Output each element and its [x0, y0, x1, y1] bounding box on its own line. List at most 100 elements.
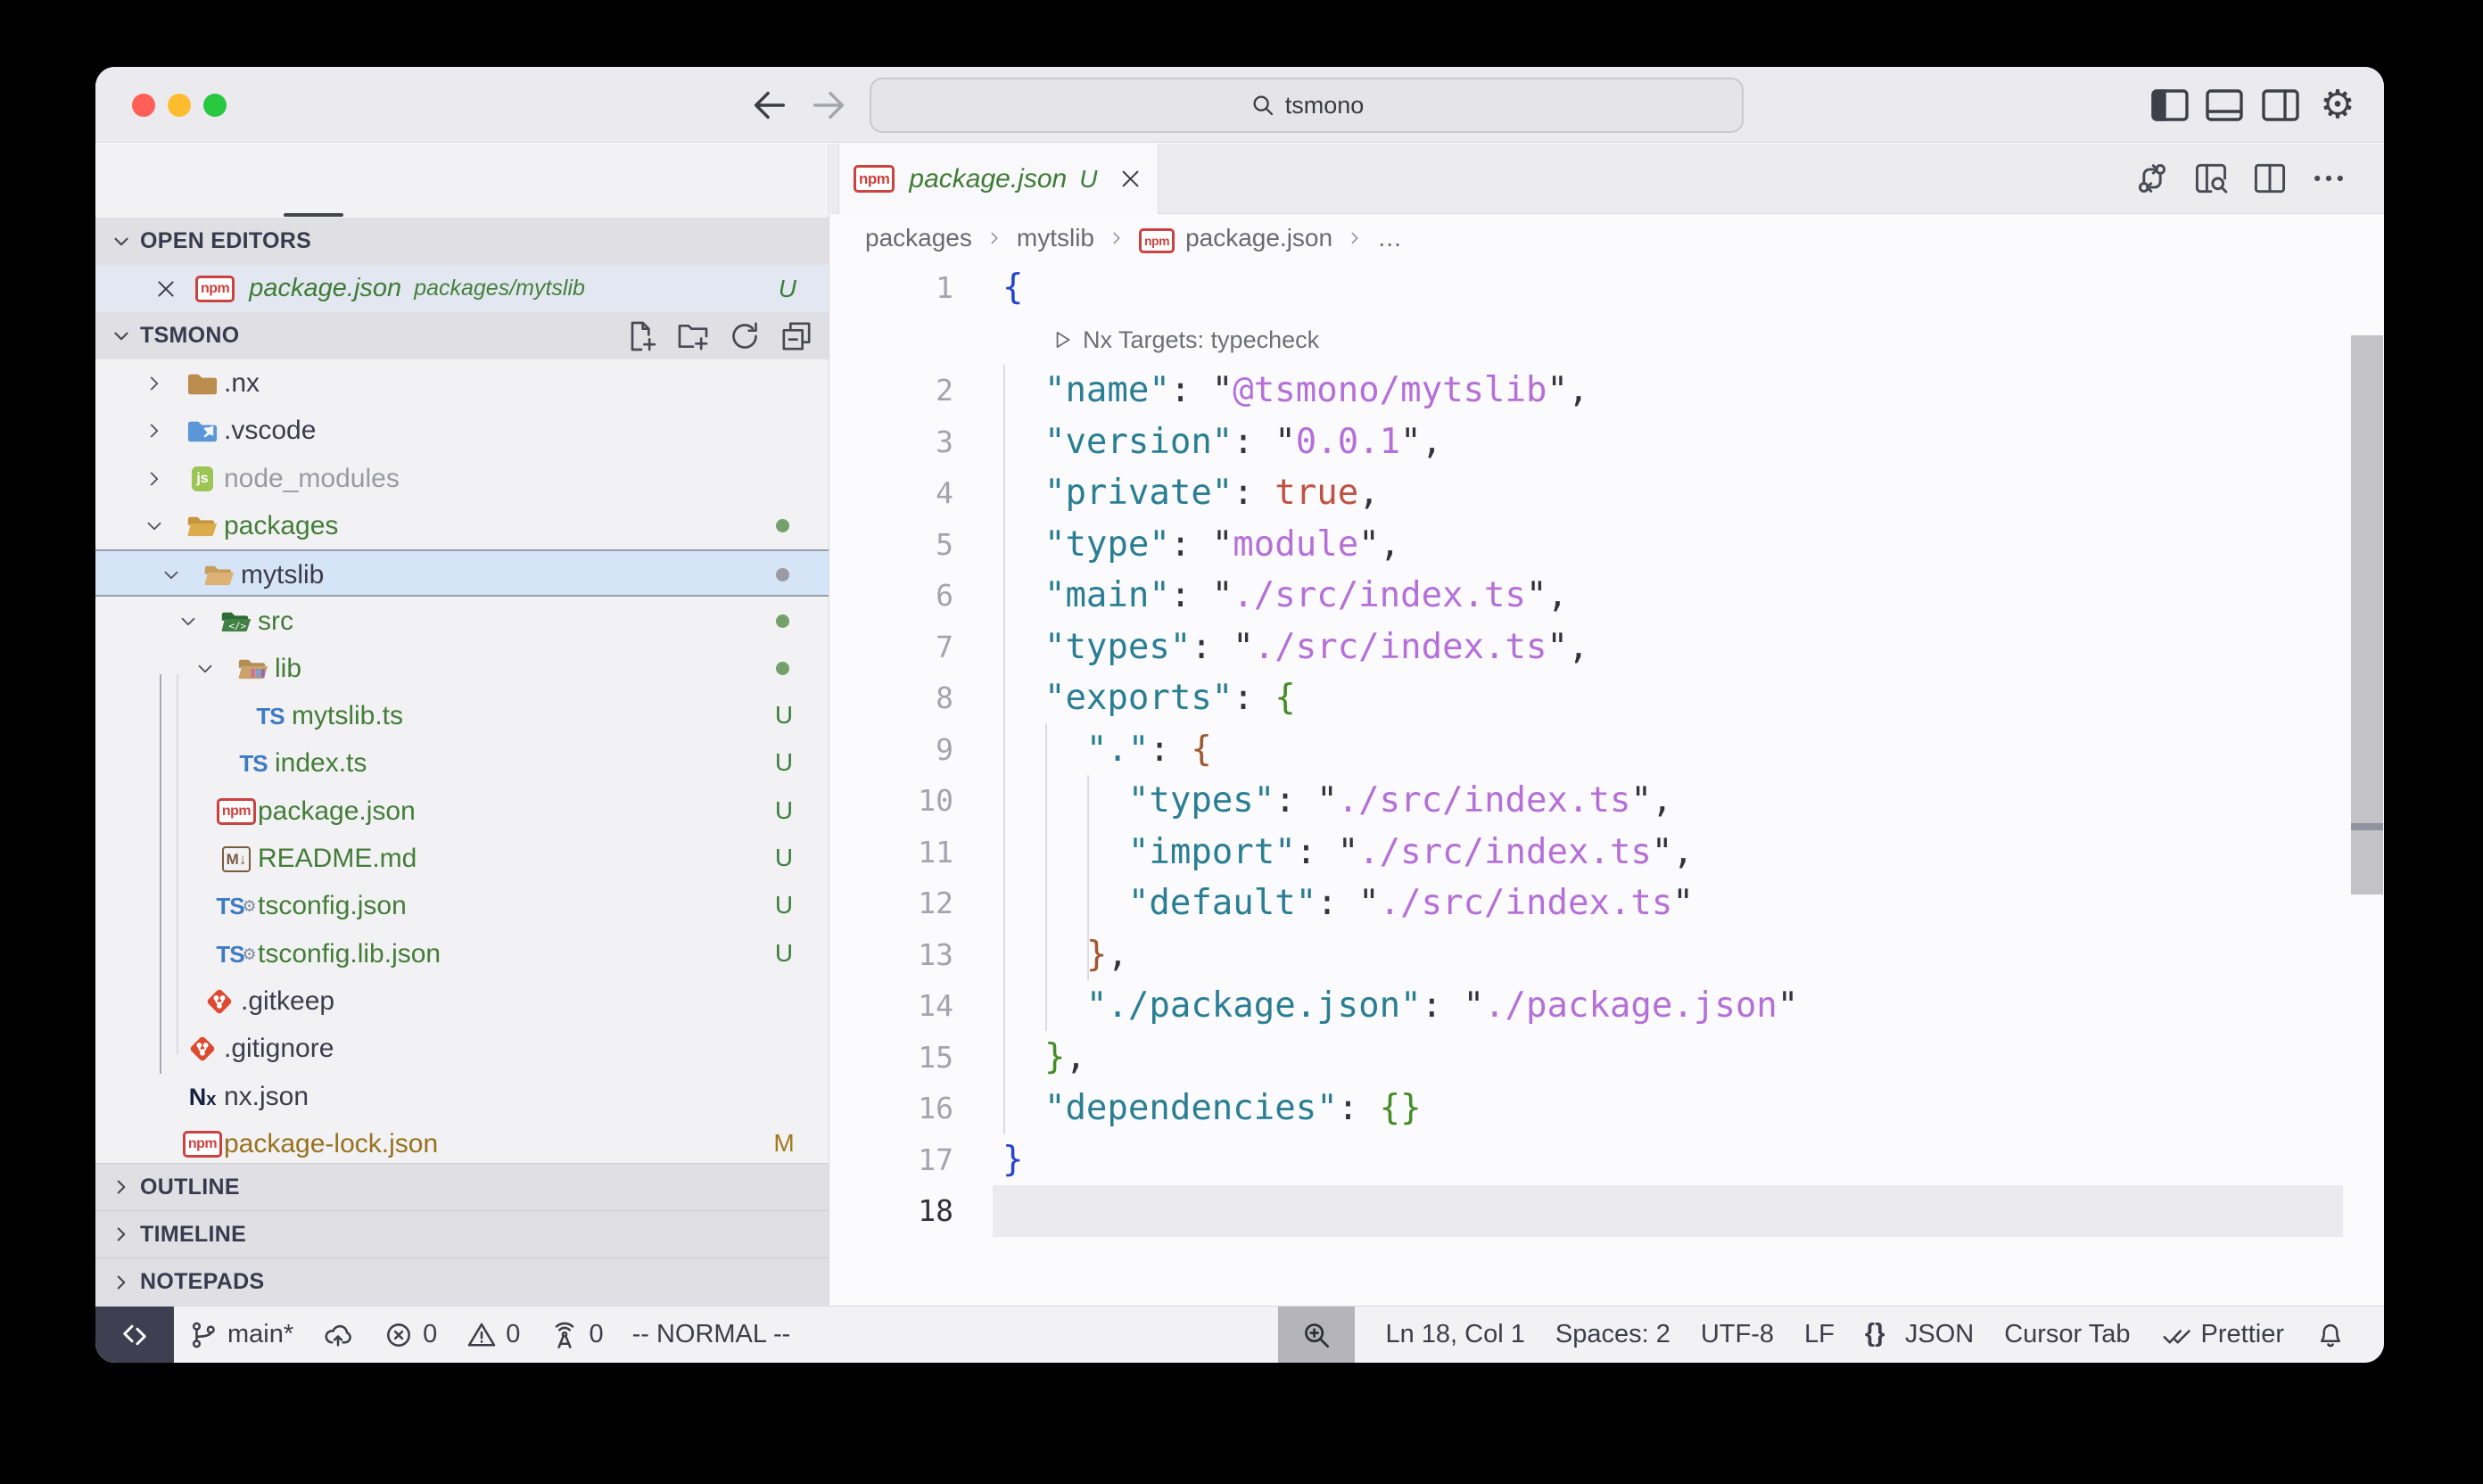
chevron-right-icon — [110, 1175, 133, 1199]
breadcrumb-item[interactable]: packages — [865, 224, 972, 252]
status-item-main-[interactable]: main* — [187, 1319, 293, 1351]
minimize-window-button[interactable] — [168, 94, 191, 117]
line-number: 18 — [830, 1185, 953, 1236]
tree-item-package-lock-json[interactable]: npmpackage-lock.jsonM — [95, 1120, 829, 1167]
tree-item-label: .nx — [224, 368, 260, 399]
chevron-down-icon — [110, 230, 133, 253]
forward-arrow-icon[interactable] — [808, 85, 849, 126]
command-center-search[interactable]: tsmono — [870, 78, 1744, 133]
nx-icon: Nx — [186, 1081, 219, 1113]
status-item-json[interactable]: {}JSON — [1865, 1319, 1974, 1351]
settings-gear-icon[interactable]: ⚙ — [2316, 84, 2359, 127]
code-line-10: "types": "./src/index.ts", — [1002, 775, 1672, 827]
new-folder-icon[interactable] — [675, 318, 711, 354]
open-editors-header[interactable]: OPEN EDITORS — [95, 218, 829, 265]
tree-item-tsconfig-json[interactable]: TS⚙tsconfig.jsonU — [95, 882, 829, 929]
breadcrumb-item[interactable]: … — [1377, 224, 1402, 252]
tree-item-label: .gitignore — [224, 1034, 334, 1064]
close-icon[interactable] — [154, 277, 177, 301]
status-item--normal-[interactable]: -- NORMAL -- — [632, 1320, 791, 1349]
status-item-0[interactable]: 0 — [383, 1319, 437, 1351]
refresh-icon[interactable] — [727, 318, 763, 354]
tree-item-label: tsconfig.lib.json — [258, 939, 441, 969]
outline-header[interactable]: OUTLINE — [95, 1163, 829, 1210]
folder-lib-icon — [237, 653, 269, 685]
chevron-right-icon — [143, 467, 166, 491]
scrollbar-thumb[interactable] — [2351, 335, 2383, 895]
toggle-panel-icon[interactable] — [2203, 84, 2246, 127]
timeline-header[interactable]: TIMELINE — [95, 1210, 829, 1257]
tree-item-mytslib-ts[interactable]: TSmytslib.tsU — [95, 692, 829, 739]
double-check-icon — [2161, 1319, 2193, 1351]
tree-item--gitignore[interactable]: .gitignore — [95, 1025, 829, 1072]
tree-item-node-modules[interactable]: jsnode_modules — [95, 455, 829, 502]
open-changes-icon[interactable] — [2132, 159, 2172, 198]
code-line-15: }, — [1002, 1032, 1086, 1084]
status-item-label: UTF-8 — [1701, 1320, 1774, 1349]
git-status-badge: U — [768, 748, 800, 777]
tree-item-packages[interactable]: packages — [95, 502, 829, 549]
tree-item-mytslib[interactable]: mytslib — [95, 549, 829, 597]
tree-item-label: tsconfig.json — [258, 891, 407, 921]
code-line-11: "import": "./src/index.ts", — [1002, 827, 1694, 878]
tree-item-lib[interactable]: lib — [95, 645, 829, 692]
status-item-0[interactable]: 0 — [466, 1319, 520, 1351]
split-editor-icon[interactable] — [2250, 159, 2289, 198]
tab-filename: package.json — [909, 164, 1067, 194]
tree-item--nx[interactable]: .nx — [95, 359, 829, 407]
status-item-lf[interactable]: LF — [1804, 1320, 1835, 1349]
status-item-cloud-upload[interactable] — [322, 1319, 354, 1351]
notepads-label: NOTEPADS — [140, 1269, 264, 1295]
toggle-sidebar-right-icon[interactable] — [2259, 84, 2302, 127]
collapse-folders-icon[interactable] — [779, 318, 814, 354]
remote-indicator[interactable] — [95, 1307, 174, 1363]
code-line-1: { — [1002, 262, 1023, 314]
tree-item--vscode[interactable]: .vscode — [95, 407, 829, 454]
chevron-right-icon — [110, 1223, 133, 1246]
tab-bar: npm package.json U — [830, 144, 2384, 214]
tree-item--gitkeep[interactable]: .gitkeep — [95, 977, 829, 1025]
status-item-cursor-tab[interactable]: Cursor Tab — [2004, 1320, 2130, 1349]
maximize-window-button[interactable] — [203, 94, 227, 117]
status-item-utf-8[interactable]: UTF-8 — [1701, 1320, 1774, 1349]
tab-package-json[interactable]: npm package.json U — [838, 144, 1159, 214]
workspace-header[interactable]: TSMONO — [95, 312, 829, 359]
tree-item-index-ts[interactable]: TSindex.tsU — [95, 739, 829, 787]
tree-item-nx-json[interactable]: Nxnx.json — [95, 1073, 829, 1120]
close-tab-icon[interactable] — [1118, 167, 1143, 191]
find-in-editor-icon[interactable] — [2191, 159, 2231, 198]
line-number: 7 — [830, 622, 953, 672]
tree-item-src[interactable]: </>src — [95, 598, 829, 645]
breadcrumb-item[interactable]: npm package.json — [1139, 223, 1332, 253]
notepads-header[interactable]: NOTEPADS — [95, 1257, 829, 1306]
status-item-zoom-plus[interactable] — [1278, 1307, 1355, 1364]
codelens-run-target[interactable]: Nx Targets: typecheck — [1051, 314, 1319, 366]
npm-file-icon: npm — [1139, 223, 1175, 253]
toggle-sidebar-left-icon[interactable] — [2149, 84, 2191, 127]
ts-config-icon: TS⚙ — [220, 890, 252, 922]
status-item-label: Ln 18, Col 1 — [1385, 1320, 1524, 1349]
tree-item-readme-md[interactable]: M↓README.mdU — [95, 835, 829, 882]
bell-icon — [2314, 1319, 2347, 1351]
code-area[interactable]: 123456789101112131415161718 { "name": "@… — [830, 262, 2384, 1306]
status-item-spaces-2[interactable]: Spaces: 2 — [1555, 1320, 1670, 1349]
tree-item-package-json[interactable]: npmpackage.jsonU — [95, 787, 829, 835]
sidebar: OPEN EDITORS npm package.json packages/m… — [95, 144, 829, 1306]
tree-item-tsconfig-lib-json[interactable]: TS⚙tsconfig.lib.jsonU — [95, 930, 829, 977]
status-item-ln-18-col-1[interactable]: Ln 18, Col 1 — [1385, 1320, 1524, 1349]
status-item-0[interactable]: 0 — [549, 1319, 603, 1351]
status-item-prettier[interactable]: Prettier — [2161, 1319, 2284, 1351]
breadcrumb-item-label: package.json — [1185, 224, 1332, 252]
warning-triangle-icon — [466, 1319, 498, 1351]
more-actions-icon[interactable] — [2309, 159, 2348, 198]
breadcrumb-item[interactable]: mytslib — [1017, 224, 1094, 252]
status-item-label: Spaces: 2 — [1555, 1320, 1670, 1349]
git-branch-icon — [187, 1319, 219, 1351]
new-file-icon[interactable] — [623, 318, 659, 354]
status-item-bell[interactable] — [2314, 1319, 2347, 1351]
radio-tower-icon — [549, 1319, 581, 1351]
back-arrow-icon[interactable] — [749, 85, 790, 126]
open-editor-item[interactable]: npm package.json packages/mytslib U — [95, 265, 829, 312]
close-window-button[interactable] — [132, 94, 155, 117]
open-editor-filename: package.json — [249, 274, 401, 303]
